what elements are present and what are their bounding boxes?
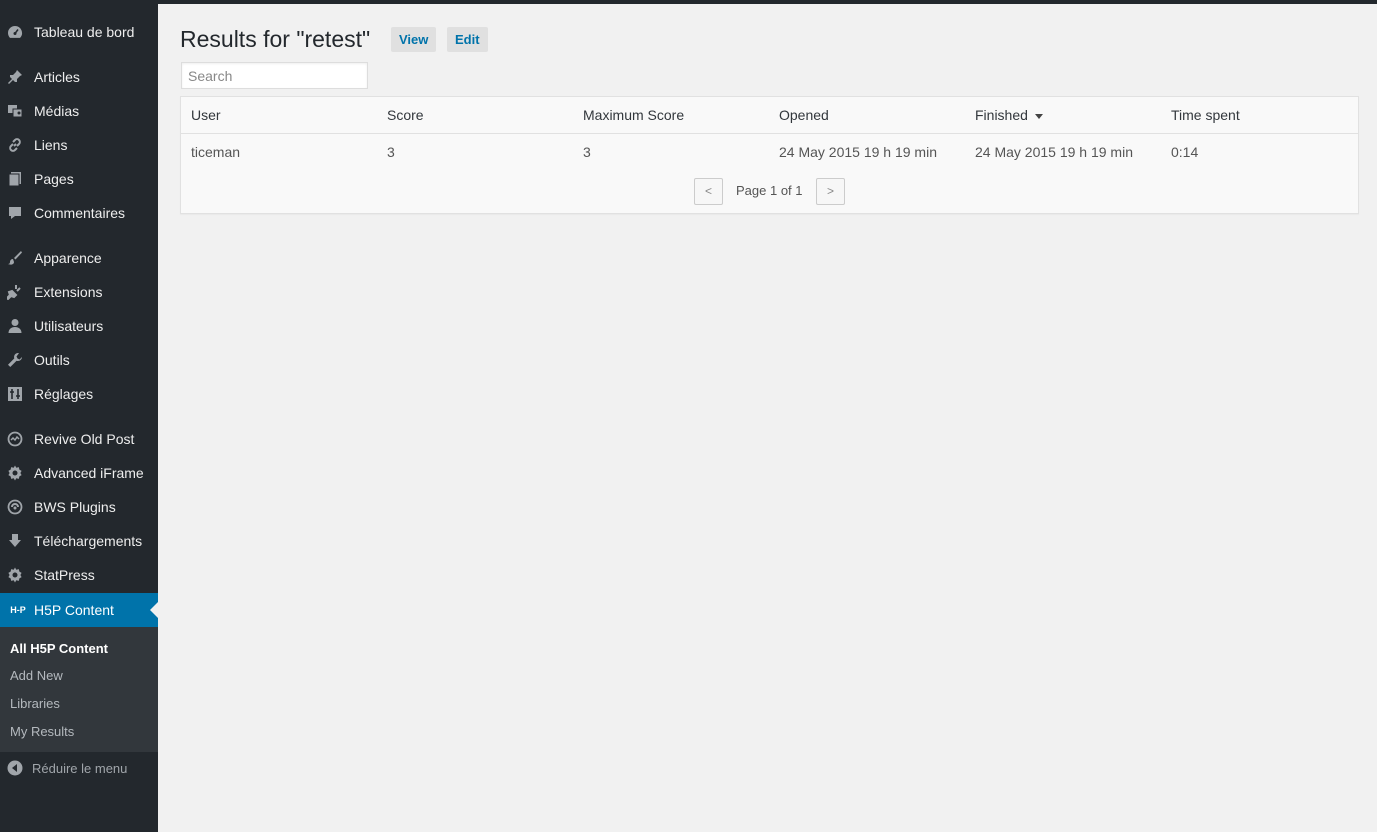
column-header-label: Finished — [975, 107, 1028, 123]
sidebar-item-h5p-content[interactable]: H-P H5P Content — [0, 593, 158, 627]
gear-icon — [7, 465, 23, 481]
sidebar-item-liens[interactable]: Liens — [0, 128, 158, 162]
table-header: User Score Maximum Score Opened Finished… — [181, 97, 1358, 134]
wrench-icon — [7, 352, 23, 368]
page-title: Results for "retest" — [180, 26, 371, 52]
submenu-item-add-new[interactable]: Add New — [10, 668, 63, 683]
previous-page-button[interactable]: < — [694, 178, 723, 205]
sidebar-item-apparence[interactable]: Apparence — [0, 241, 158, 275]
sidebar-item-label: Articles — [34, 69, 80, 85]
sidebar-item-label: Médias — [34, 103, 80, 119]
submenu-item-my-results[interactable]: My Results — [10, 724, 74, 739]
dashboard-icon — [7, 24, 23, 40]
settings-icon — [7, 386, 23, 402]
gear-icon — [7, 567, 23, 583]
sidebar-item-utilisateurs[interactable]: Utilisateurs — [0, 309, 158, 343]
collapse-menu-label: Réduire le menu — [32, 760, 128, 776]
plugin-icon — [7, 284, 23, 300]
next-page-button[interactable]: > — [816, 178, 845, 205]
column-header-opened[interactable]: Opened — [779, 107, 829, 123]
cell-time-spent: 0:14 — [1171, 144, 1199, 160]
sidebar-item-label: Tableau de bord — [34, 24, 135, 40]
cell-score: 3 — [387, 144, 395, 160]
h5p-icon: H-P — [10, 605, 26, 615]
bws-icon — [7, 499, 23, 515]
cell-user: ticeman — [191, 144, 241, 160]
cell-maximum-score: 3 — [583, 144, 591, 160]
active-indicator-arrow — [150, 602, 158, 618]
media-icon — [7, 103, 23, 119]
sidebar-item-label: Apparence — [34, 250, 102, 266]
download-icon — [7, 533, 23, 549]
sidebar-item-revive-old-post[interactable]: Revive Old Post — [0, 422, 158, 456]
sidebar-item-telechargements[interactable]: Téléchargements — [0, 524, 158, 558]
view-button[interactable]: View — [391, 27, 437, 52]
admin-sidebar: Tableau de bord Articles Médias Liens Pa… — [0, 0, 158, 832]
column-header-maximum-score[interactable]: Maximum Score — [583, 107, 684, 123]
cell-opened: 24 May 2015 19 h 19 min — [779, 144, 937, 160]
revive-icon — [7, 431, 23, 447]
sidebar-item-label: StatPress — [34, 567, 95, 583]
user-icon — [7, 318, 23, 334]
sidebar-item-label: Téléchargements — [34, 533, 143, 549]
sidebar-item-commentaires[interactable]: Commentaires — [0, 196, 158, 230]
edit-button[interactable]: Edit — [447, 27, 488, 52]
column-header-score[interactable]: Score — [387, 107, 424, 123]
sidebar-item-label: Extensions — [34, 284, 103, 300]
sidebar-item-label: BWS Plugins — [34, 499, 116, 515]
h5p-submenu: All H5P Content Add New Libraries My Res… — [0, 627, 158, 752]
pin-icon — [7, 69, 23, 85]
sidebar-item-reglages[interactable]: Réglages — [0, 377, 158, 411]
page-indicator: Page 1 of 1 — [736, 183, 803, 198]
sidebar-item-label: Pages — [34, 171, 74, 187]
sidebar-item-label: Outils — [34, 352, 70, 368]
sort-descending-icon — [1034, 113, 1043, 119]
sidebar-item-label: Réglages — [34, 386, 94, 402]
collapse-arrow-icon — [7, 760, 23, 776]
search-input[interactable] — [181, 62, 368, 89]
sidebar-item-outils[interactable]: Outils — [0, 343, 158, 377]
submenu-item-all-h5p-content[interactable]: All H5P Content — [10, 641, 108, 656]
main-content: Results for "retest" View Edit User Scor… — [158, 4, 1377, 832]
sidebar-item-label: Advanced iFrame — [34, 465, 144, 481]
collapse-menu-button[interactable]: Réduire le menu — [7, 760, 127, 776]
cell-finished: 24 May 2015 19 h 19 min — [975, 144, 1133, 160]
sidebar-item-label: H5P Content — [34, 602, 114, 618]
column-header-user[interactable]: User — [191, 107, 221, 123]
sidebar-item-label: Revive Old Post — [34, 431, 135, 447]
sidebar-item-pages[interactable]: Pages — [0, 162, 158, 196]
sidebar-item-articles[interactable]: Articles — [0, 60, 158, 94]
sidebar-item-extensions[interactable]: Extensions — [0, 275, 158, 309]
sidebar-item-label: Utilisateurs — [34, 318, 104, 334]
sidebar-item-statpress[interactable]: StatPress — [0, 558, 158, 592]
brush-icon — [7, 250, 23, 266]
sidebar-item-medias[interactable]: Médias — [0, 94, 158, 128]
sidebar-item-bws-plugins[interactable]: BWS Plugins — [0, 490, 158, 524]
column-header-finished[interactable]: Finished — [975, 107, 1043, 123]
sidebar-item-tableau-de-bord[interactable]: Tableau de bord — [0, 15, 158, 49]
sidebar-item-label: Liens — [34, 137, 68, 153]
pages-icon — [7, 171, 23, 187]
results-table: User Score Maximum Score Opened Finished… — [180, 96, 1359, 214]
link-icon — [7, 137, 23, 153]
column-header-time-spent[interactable]: Time spent — [1171, 107, 1240, 123]
comment-icon — [7, 205, 23, 221]
submenu-item-libraries[interactable]: Libraries — [10, 696, 60, 711]
sidebar-item-label: Commentaires — [34, 205, 126, 221]
sidebar-item-advanced-iframe[interactable]: Advanced iFrame — [0, 456, 158, 490]
